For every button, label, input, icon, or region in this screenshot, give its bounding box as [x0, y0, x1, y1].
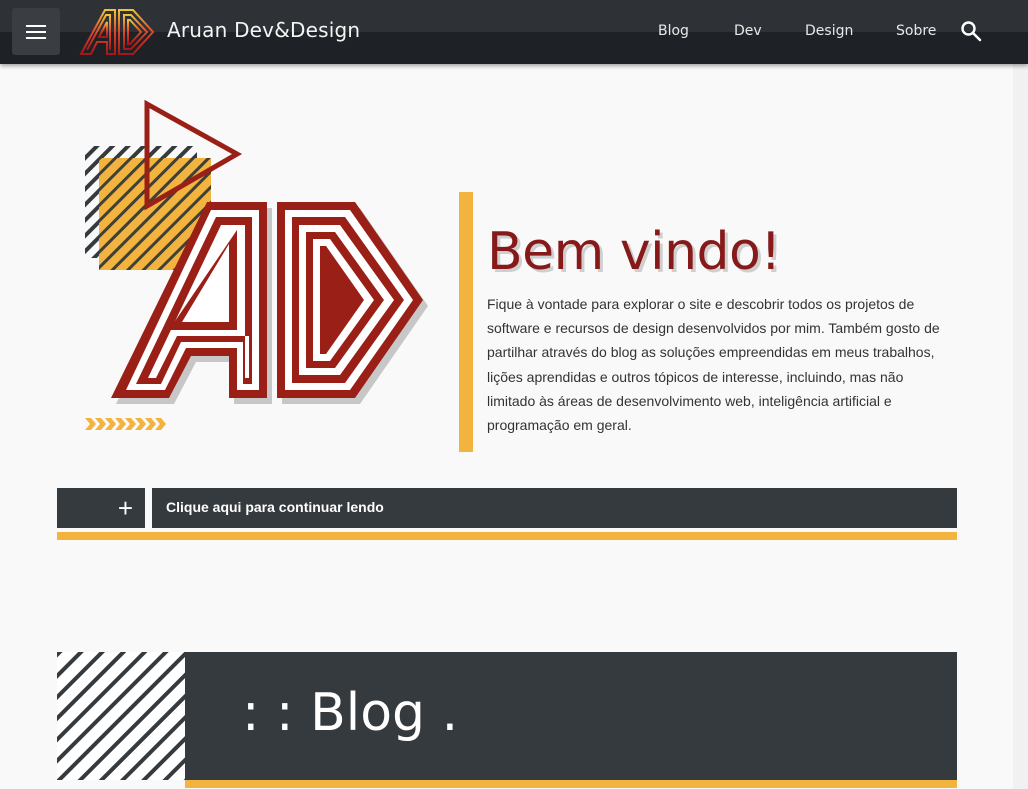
- search-icon[interactable]: [960, 20, 982, 42]
- hero-description: Fique à vontade para explorar o site e d…: [487, 296, 940, 434]
- plus-icon: +: [117, 492, 133, 523]
- hero-logo-illustration: [85, 99, 428, 430]
- menu-button[interactable]: [12, 8, 60, 55]
- chevrons-decoration: [85, 418, 166, 430]
- continue-reading-button[interactable]: Clique aqui para continuar lendo: [152, 488, 957, 528]
- readmore-accent-line: [57, 532, 957, 540]
- hero-title: Bem vindo!: [487, 222, 781, 282]
- nav-item-sobre[interactable]: Sobre: [896, 23, 936, 39]
- blog-accent-line: [185, 780, 957, 788]
- blog-striped-block: [57, 652, 185, 780]
- site-title[interactable]: Aruan Dev&Design: [167, 18, 360, 42]
- blog-section-title: : : Blog .: [242, 683, 459, 743]
- nav-item-dev[interactable]: Dev: [734, 23, 762, 39]
- top-app-bar: Aruan Dev&Design Blog Dev Design Sobre: [0, 0, 1028, 64]
- site-logo[interactable]: [79, 6, 157, 58]
- scrollbar-track[interactable]: [1013, 64, 1028, 789]
- nav-item-design[interactable]: Design: [805, 23, 853, 39]
- nav-item-blog[interactable]: Blog: [658, 23, 689, 39]
- expand-button[interactable]: +: [57, 488, 145, 528]
- hero-accent-bar: [459, 192, 473, 452]
- hamburger-menu-icon: [26, 24, 46, 39]
